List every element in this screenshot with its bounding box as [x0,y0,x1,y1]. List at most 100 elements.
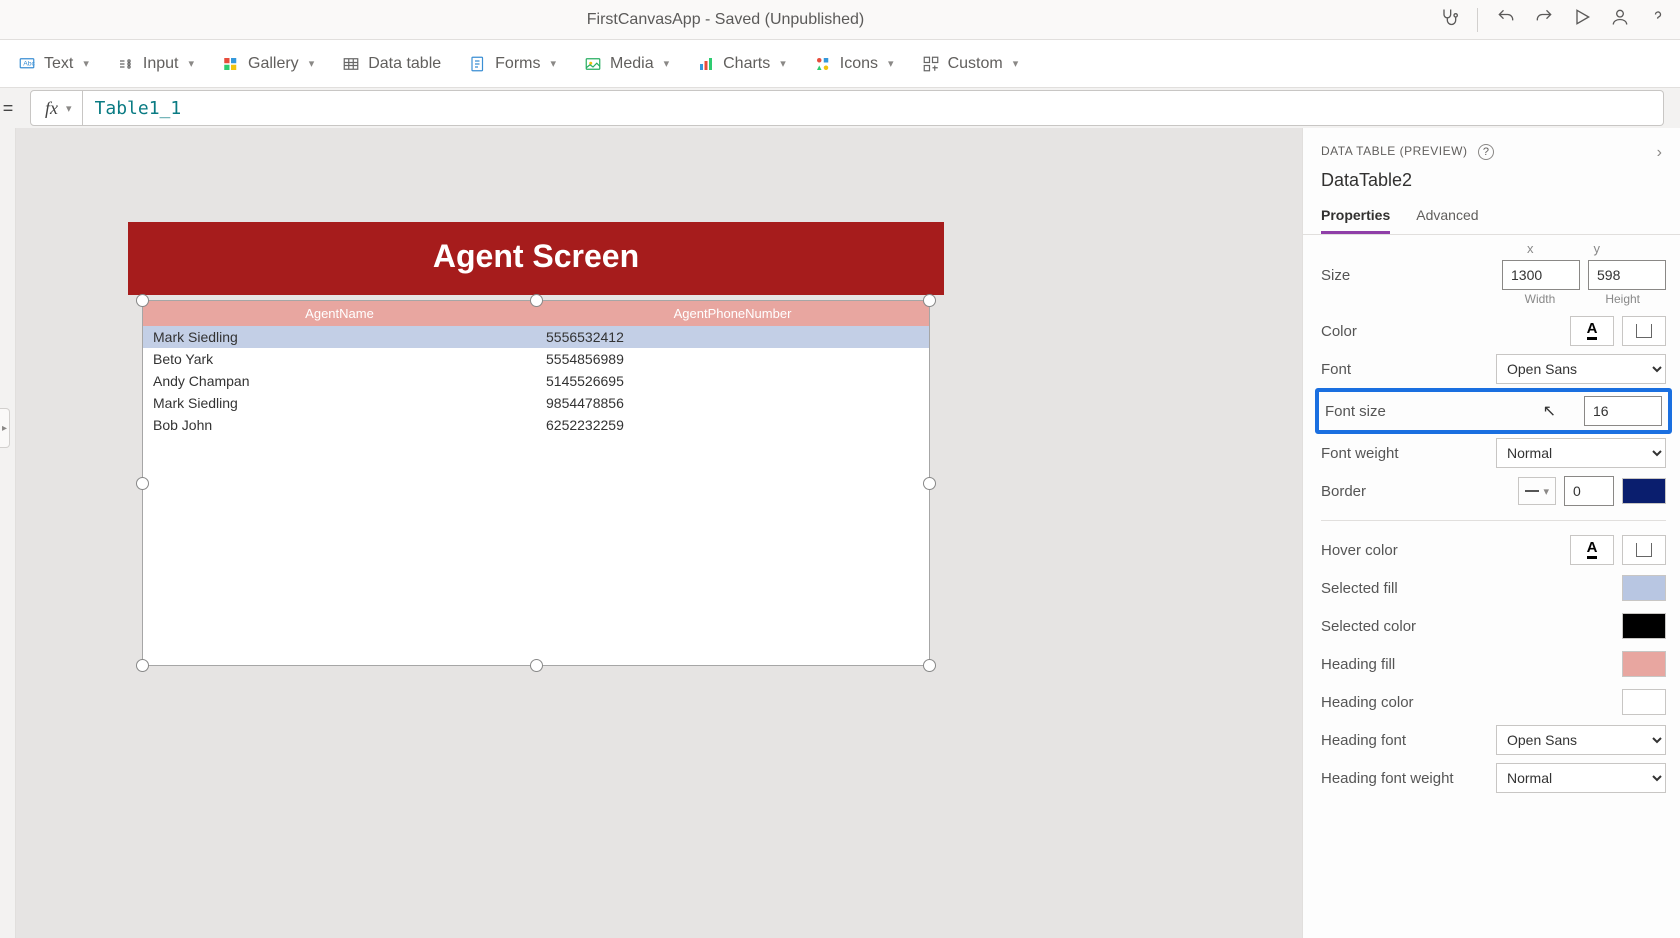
svg-text:Abc: Abc [23,60,35,67]
resize-handle[interactable] [923,659,936,672]
prop-size: Size [1321,256,1666,294]
heading-fill-swatch[interactable] [1622,651,1666,677]
prop-heading-font: Heading font Open Sans [1321,721,1666,759]
divider [1477,8,1478,32]
tab-advanced[interactable]: Advanced [1416,207,1478,234]
resize-handle[interactable] [136,659,149,672]
selected-fill-swatch[interactable] [1622,575,1666,601]
ribbon-icons[interactable]: Icons▾ [814,55,894,73]
border-style-select[interactable]: ▾ [1518,477,1556,505]
tab-properties[interactable]: Properties [1321,207,1390,234]
app-title: FirstCanvasApp - Saved (Unpublished) [12,11,1439,29]
ribbon-text[interactable]: Abc Text▾ [18,55,89,73]
table-icon [342,55,360,73]
hover-text-color-button[interactable]: A [1570,535,1614,565]
heading-font-weight-select[interactable]: Normal [1496,763,1666,793]
chevron-down-icon: ▾ [309,57,315,70]
canvas-area[interactable]: Agent Screen AgentName AgentPhoneNumber … [16,128,1302,938]
redo-icon[interactable] [1534,7,1554,32]
ribbon-charts[interactable]: Charts▾ [697,55,786,73]
size-height-input[interactable] [1588,260,1666,290]
titlebar-actions [1439,7,1668,32]
fill-color-button[interactable] [1622,316,1666,346]
cell-phone: 5554856989 [536,348,929,370]
resize-handle[interactable] [923,477,936,490]
data-table[interactable]: AgentName AgentPhoneNumber Mark Siedling… [142,300,930,666]
resize-handle[interactable] [923,294,936,307]
ribbon-media[interactable]: Media▾ [584,55,669,73]
icons-icon [814,55,832,73]
resize-handle[interactable] [530,659,543,672]
fx-button[interactable]: fx ▾ [30,90,83,126]
user-icon[interactable] [1610,7,1630,32]
property-tabs: Properties Advanced [1303,199,1680,235]
main-area: ▸ Agent Screen AgentName AgentPhoneNumbe… [0,128,1680,938]
hover-fill-color-button[interactable] [1622,535,1666,565]
gallery-icon [222,55,240,73]
cell-phone: 5145526695 [536,370,929,392]
fx-icon: fx [31,98,66,119]
app-titlebar: FirstCanvasApp - Saved (Unpublished) [0,0,1680,40]
chevron-down-icon: ▾ [83,57,89,70]
cell-phone: 6252232259 [536,414,929,436]
col-header-phone[interactable]: AgentPhoneNumber [536,301,929,326]
play-icon[interactable] [1572,7,1592,32]
border-color-swatch[interactable] [1622,478,1666,504]
ribbon-input[interactable]: Input▾ [117,55,194,73]
undo-icon[interactable] [1496,7,1516,32]
help-icon[interactable]: ? [1478,144,1494,160]
col-header-name[interactable]: AgentName [143,301,536,326]
table-row[interactable]: Mark Siedling5556532412 [143,326,929,348]
cell-name: Mark Siedling [143,326,536,348]
formula-input[interactable] [83,90,1664,126]
resize-handle[interactable] [136,477,149,490]
cell-name: Bob John [143,414,536,436]
forms-icon [469,55,487,73]
heading-color-swatch[interactable] [1622,689,1666,715]
border-width-input[interactable] [1564,476,1614,506]
cell-name: Beto Yark [143,348,536,370]
cell-phone: 5556532412 [536,326,929,348]
xy-label: xy [1321,241,1666,256]
cell-phone: 9854478856 [536,392,929,414]
size-width-input[interactable] [1502,260,1580,290]
table-row[interactable]: Mark Siedling9854478856 [143,392,929,414]
cursor-icon: ↖ [1543,401,1556,421]
object-name: DataTable2 [1321,170,1662,191]
properties-pane: DATA TABLE (PREVIEW) ? › DataTable2 Prop… [1302,128,1680,938]
datatable-selection[interactable]: AgentName AgentPhoneNumber Mark Siedling… [142,300,930,666]
font-weight-select[interactable]: Normal [1496,438,1666,468]
prop-font-size: Font size ↖ [1315,388,1672,434]
ribbon-datatable[interactable]: Data table [342,55,441,73]
insert-ribbon: Abc Text▾ Input▾ Gallery▾ Data table For… [0,40,1680,88]
chevron-right-icon[interactable]: › [1657,144,1662,162]
prop-font: Font Open Sans [1321,350,1666,388]
stethoscope-icon[interactable] [1439,7,1459,32]
ribbon-gallery[interactable]: Gallery▾ [222,55,314,73]
prop-heading-fill: Heading fill [1321,645,1666,683]
resize-handle[interactable] [530,294,543,307]
prop-font-weight: Font weight Normal [1321,434,1666,472]
expand-tree-tab[interactable]: ▸ [0,408,10,448]
object-category: DATA TABLE (PREVIEW) [1321,144,1467,158]
help-icon[interactable] [1648,7,1668,32]
prop-border: Border ▾ [1321,472,1666,510]
text-color-button[interactable]: A [1570,316,1614,346]
charts-icon [697,55,715,73]
cell-name: Andy Champan [143,370,536,392]
selected-color-swatch[interactable] [1622,613,1666,639]
table-row[interactable]: Andy Champan5145526695 [143,370,929,392]
font-size-input[interactable] [1584,396,1662,426]
chevron-down-icon: ▾ [888,57,894,70]
table-row[interactable]: Bob John6252232259 [143,414,929,436]
properties-list: xy Size Width Height Color A Font Open S… [1303,235,1680,938]
font-select[interactable]: Open Sans [1496,354,1666,384]
ribbon-forms[interactable]: Forms▾ [469,55,556,73]
ribbon-custom[interactable]: Custom▾ [922,55,1019,73]
heading-font-select[interactable]: Open Sans [1496,725,1666,755]
screen-title: Agent Screen [128,222,944,295]
prop-hover-color: Hover color A [1321,531,1666,569]
chevron-down-icon: ▾ [780,57,786,70]
resize-handle[interactable] [136,294,149,307]
table-row[interactable]: Beto Yark5554856989 [143,348,929,370]
